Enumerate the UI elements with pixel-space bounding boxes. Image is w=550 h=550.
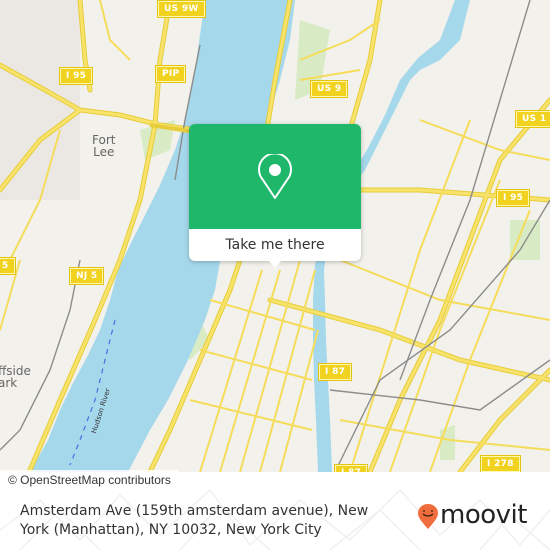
road: [99, 0, 131, 61]
route-shield-us1: US 1: [516, 111, 550, 127]
route-shield-nj5: NJ 5: [70, 268, 104, 284]
moovit-pin-icon: [418, 504, 438, 529]
road: [189, 399, 313, 431]
park-area: [440, 425, 455, 460]
route-shield-i95: I 95: [60, 68, 93, 84]
road: [367, 97, 550, 472]
footer: Amsterdam Ave (159th amsterdam avenue), …: [0, 490, 550, 550]
route-shield-pip: PIP: [156, 66, 186, 82]
popup-pointer: [268, 260, 282, 268]
route-shield-i95-east: I 95: [497, 190, 530, 206]
road: [219, 269, 281, 472]
address-text: Amsterdam Ave (159th amsterdam avenue), …: [20, 503, 369, 538]
route-shield-us9: US 9: [311, 81, 348, 97]
place-label-fort-lee: Fort Lee: [92, 133, 116, 159]
park-area: [510, 220, 540, 260]
route-shield-i87: I 87: [319, 364, 352, 380]
route-shield-nj5-edge: 5: [0, 258, 15, 274]
take-me-there-button[interactable]: Take me there: [189, 229, 361, 261]
location-pin-icon: [258, 154, 292, 199]
map-view[interactable]: US 9W I 95 PIP US 9 US 1 I 95 5 NJ 5 I 8…: [0, 0, 550, 472]
road: [349, 119, 471, 472]
route-shield-i278: I 278: [481, 456, 520, 472]
road: [199, 349, 313, 381]
road: [429, 209, 531, 472]
destination-popup: Take me there: [189, 124, 361, 268]
road: [368, 98, 550, 472]
urban-area: [0, 0, 80, 200]
moovit-wordmark: moovit: [440, 500, 527, 530]
place-label-cliffside-park: ffside ark: [0, 364, 31, 390]
popup-header: [189, 124, 361, 229]
route-shield-i87-south: I 87: [335, 465, 368, 472]
route-shield-us9w: US 9W: [158, 1, 205, 17]
map-attribution[interactable]: © OpenStreetMap contributors: [0, 470, 179, 490]
road: [239, 259, 301, 472]
road: [279, 329, 319, 472]
